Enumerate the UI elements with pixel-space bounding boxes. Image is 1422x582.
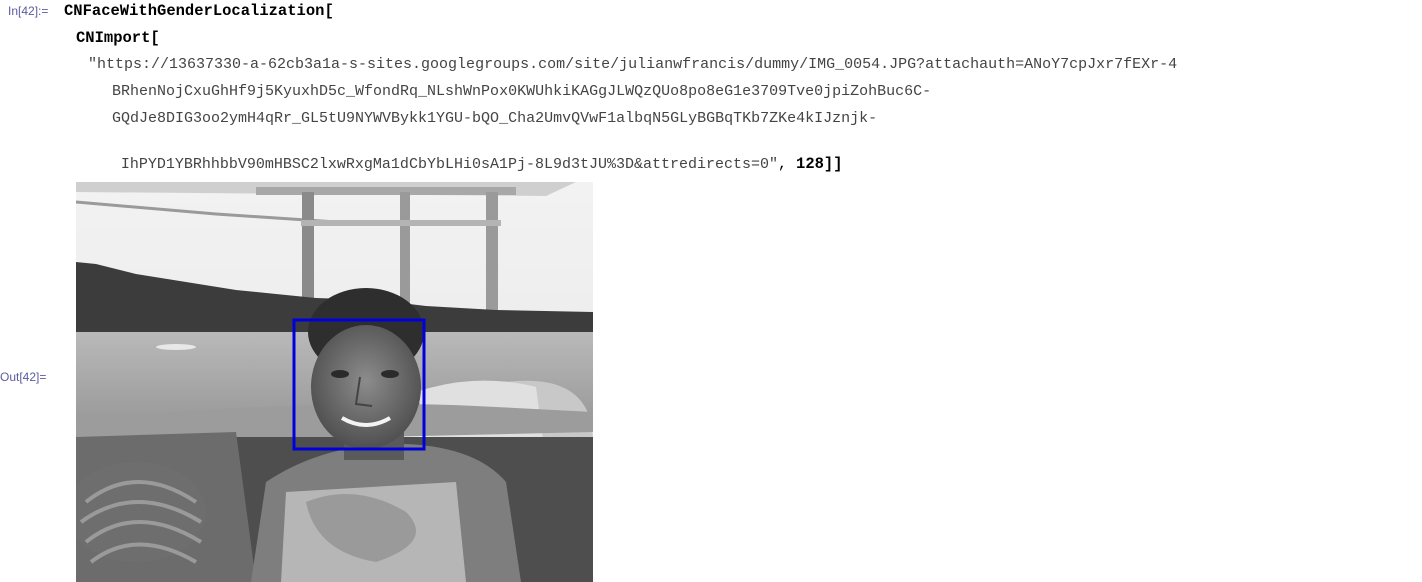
face-photo	[76, 182, 593, 582]
url-string-line[interactable]: GQdJe8DIG3oo2ymH4qRr_GL5tU9NYWVBykk1YGU-…	[112, 110, 877, 127]
url-string-line[interactable]: "https://13637330-a-62cb3a1a-s-sites.goo…	[88, 56, 1177, 73]
input-cell-label: In[42]:=	[8, 4, 49, 18]
url-string-line[interactable]: IhPYD1YBRhhbbV90mHBSC2lxwRxgMa1dCbYbLHi0…	[121, 156, 778, 173]
import-call[interactable]: CNImport[	[76, 29, 160, 47]
url-string-line[interactable]: BRhenNojCxuGhHf9j5KyuxhD5c_WfondRq_NLshW…	[112, 83, 931, 100]
closing-brackets: ]]	[823, 155, 843, 173]
argument-separator: ,	[778, 156, 797, 173]
output-cell-label: Out[42]=	[0, 370, 47, 384]
output-image[interactable]	[76, 182, 593, 582]
function-call[interactable]: CNFaceWithGenderLocalization[	[64, 2, 334, 20]
face	[311, 325, 421, 449]
size-argument[interactable]: 128	[796, 155, 824, 173]
